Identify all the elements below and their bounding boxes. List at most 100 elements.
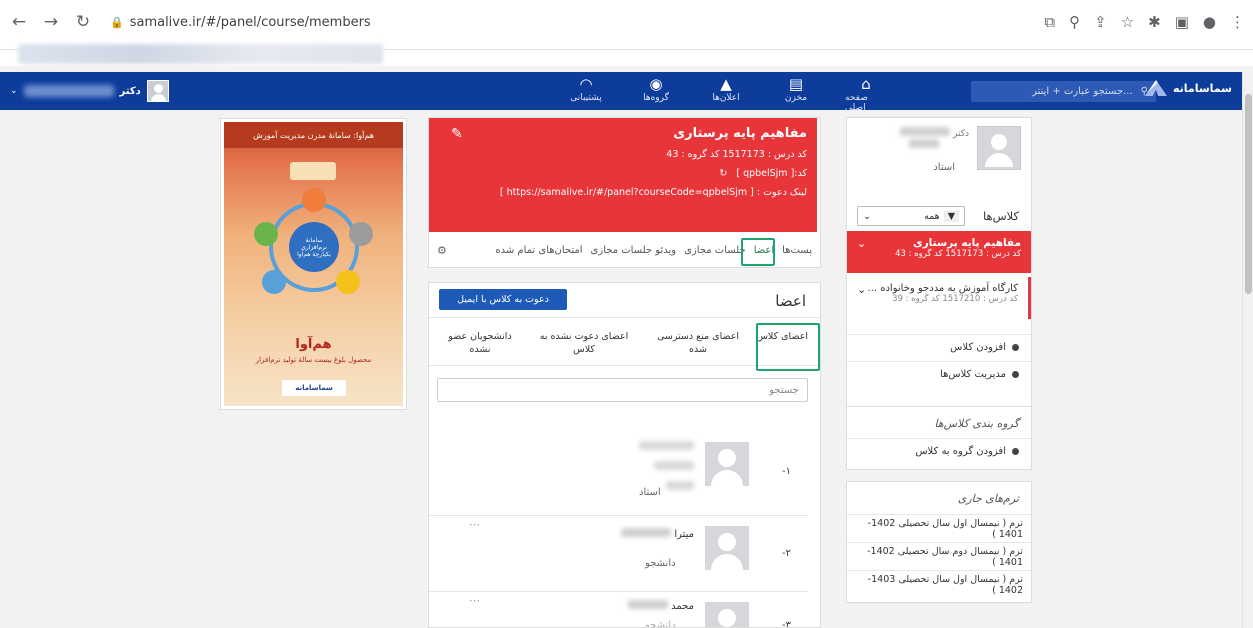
term-item[interactable]: ترم ( نیمسال اول سال تحصیلی 1403-1402 ) xyxy=(847,570,1031,598)
page-scrollbar[interactable] xyxy=(1242,72,1253,628)
tab-finished-exams[interactable]: امتحان‌های تمام شده xyxy=(495,245,582,256)
subtab-uninvited-members[interactable]: اعضای دعوت نشده به کلاس xyxy=(534,330,634,356)
poster-emblem xyxy=(290,162,336,180)
divider xyxy=(429,317,820,318)
more-options-icon[interactable]: ⋯ xyxy=(469,594,480,607)
member-avatar xyxy=(705,526,749,570)
poster-node xyxy=(262,270,286,294)
highlight-box xyxy=(741,238,775,266)
member-avatar xyxy=(705,442,749,486)
user-title: دکتر xyxy=(119,85,141,97)
classes-header: کلاس‌ها xyxy=(983,209,1019,223)
bookmarks-bar xyxy=(18,44,383,64)
forward-icon[interactable]: → xyxy=(40,11,62,33)
user-name-blurred xyxy=(23,85,114,97)
subtab-not-joined-students[interactable]: دانشجویان عضو نشده xyxy=(440,330,520,356)
home-icon: ⌂ xyxy=(861,75,871,93)
highlight-box xyxy=(756,323,820,371)
poster-subtitle: محصول بلوغ بیست سالهٔ تولید نرم‌افزار xyxy=(255,356,372,364)
tab-session-videos[interactable]: ویدئو جلسات مجازی xyxy=(591,245,677,256)
extensions-icon[interactable]: ✱ xyxy=(1148,13,1161,31)
gear-icon[interactable]: ⚙ xyxy=(437,244,447,257)
address-bar[interactable]: 🔒 samalive.ir/#/panel/course/members xyxy=(110,15,371,30)
course-codes: کد درس : 1517173 کد گروه : 43 xyxy=(666,149,807,160)
user-avatar xyxy=(146,80,169,102)
bell-icon: ▲ xyxy=(720,75,732,93)
book-icon: ▤ xyxy=(788,75,804,93)
classes-filter-select[interactable]: ⌄ ▼همه xyxy=(857,206,965,226)
class-meta: کد درس : 1517210 کد گروه : 39 xyxy=(892,294,1018,304)
profile-role: استاد xyxy=(933,162,955,173)
menu-icon[interactable]: ⋮ xyxy=(1230,13,1245,31)
profile-icon[interactable]: ● xyxy=(1203,13,1216,31)
nav-notifications[interactable]: ▲ اعلان‌ها xyxy=(705,75,747,113)
poster-center: سامانهٔ نرم‌افزاری یکپارچهٔ هم‌آوا xyxy=(289,222,339,272)
poster-image: هم‌آوا: سامانهٔ مدرن مدیریت آموزش سامانه… xyxy=(224,122,403,406)
members-search-input[interactable]: جستجو xyxy=(437,378,808,402)
profile-avatar xyxy=(977,126,1021,170)
tab-virtual-sessions[interactable]: جلسات مجازی xyxy=(684,245,746,256)
install-icon[interactable]: ⧉ xyxy=(1044,13,1055,31)
manage-classes-button[interactable]: مدیریت کلاس‌ها xyxy=(847,361,1031,387)
reload-icon[interactable]: ↻ xyxy=(72,11,94,33)
course-banner: مفاهیم پایه پرستاری کد درس : 1517173 کد … xyxy=(429,118,820,232)
member-avatar xyxy=(705,602,749,627)
classes-panel: دکتر استاد کلاس‌ها ⌄ ▼همه مفاهیم پایه پر… xyxy=(846,117,1032,407)
member-name: محمد xyxy=(604,600,694,612)
invite-email-button[interactable]: دعوت به کلاس با ایمیل xyxy=(439,289,567,310)
terms-title: ترم‌های جاری xyxy=(957,492,1019,505)
class-item[interactable]: کارگاه آموزش به مددجو وخانواده ... کد در… xyxy=(847,277,1031,319)
poster-node xyxy=(349,222,373,246)
globe-icon: ◉ xyxy=(649,75,663,93)
member-row[interactable]: -۲ میترا دانشجو ⋯ xyxy=(429,515,808,591)
app-topbar: ⌄ دکتر ◠ پشتیبانی ◉ گروه‌ها ▲ اعلان‌ها ▤ مخز… xyxy=(0,72,1242,113)
scrollbar-thumb[interactable] xyxy=(1245,94,1252,294)
rss-icon: ◠ xyxy=(579,75,593,93)
profile-name: دکتر xyxy=(869,127,969,151)
add-class-button[interactable]: افزودن کلاس xyxy=(847,334,1031,360)
class-item-active[interactable]: مفاهیم پایه پرستاری کد درس : 1517173 کد … xyxy=(847,231,1031,273)
sidepanel-icon[interactable]: ▣ xyxy=(1175,13,1189,31)
chevron-down-icon: ⌄ xyxy=(863,210,871,222)
term-item[interactable]: ترم ( نیمسال دوم سال تحصیلی 1402-1401 ) xyxy=(847,542,1031,570)
promo-poster[interactable]: هم‌آوا: سامانهٔ مدرن مدیریت آموزش سامانه… xyxy=(220,118,407,410)
poster-title: هم‌آوا xyxy=(295,337,332,352)
invite-link[interactable]: لینک دعوت : [ https://samalive.ir/#/pane… xyxy=(439,187,807,198)
filter-icon: ▼ xyxy=(943,210,959,222)
subtab-blocked-members[interactable]: اعضای منع دسترسی شده xyxy=(655,330,741,356)
nav-repository[interactable]: ▤ مخزن xyxy=(775,75,817,113)
course-code: کد:[ qpbelSjm ] ↻ xyxy=(719,168,807,179)
blurred-text xyxy=(909,139,939,148)
bullet-icon xyxy=(1012,371,1019,378)
member-role: دانشجو xyxy=(645,620,676,628)
member-row[interactable]: -۱ استاد xyxy=(429,422,808,510)
bullet-icon xyxy=(1012,448,1019,455)
zoom-icon[interactable]: ⚲ xyxy=(1069,13,1080,31)
nav-support[interactable]: ◠ پشتیبانی xyxy=(565,75,607,113)
blurred-text xyxy=(900,127,951,136)
search-placeholder: جستجو عبارت + اینتر... xyxy=(1032,86,1133,97)
terms-panel: ترم‌های جاری ترم ( نیمسال اول سال تحصیلی… xyxy=(846,481,1032,603)
lock-icon: 🔒 xyxy=(110,15,124,29)
edit-icon[interactable]: ✎ xyxy=(451,126,463,142)
nav-home[interactable]: ⌂ صفحه اصلی xyxy=(845,75,887,113)
share-icon[interactable]: ⇪ xyxy=(1094,13,1107,31)
member-row[interactable]: -۳ محمد دانشجو ⋯ xyxy=(429,591,808,628)
nav-groups[interactable]: ◉ گروه‌ها xyxy=(635,75,677,113)
tab-posts[interactable]: پست‌ها xyxy=(782,245,812,256)
refresh-icon[interactable]: ↻ xyxy=(719,168,727,179)
members-title: اعضا xyxy=(775,292,806,310)
back-icon[interactable]: ← xyxy=(8,11,30,33)
star-icon[interactable]: ☆ xyxy=(1121,13,1134,31)
more-options-icon[interactable]: ⋯ xyxy=(469,518,480,531)
add-group-button[interactable]: افزودن گروه به کلاس xyxy=(847,438,1031,464)
chevron-down-icon: ⌄ xyxy=(10,86,18,96)
course-title: مفاهیم پایه پرستاری xyxy=(673,126,807,141)
term-item[interactable]: ترم ( نیمسال اول سال تحصیلی 1402-1401 ) xyxy=(847,514,1031,542)
member-role: دانشجو xyxy=(645,558,676,569)
member-index: -۱ xyxy=(782,466,791,477)
poster-node xyxy=(302,188,326,212)
user-menu[interactable]: ⌄ دکتر xyxy=(10,80,169,102)
global-search-input[interactable]: جستجو عبارت + اینتر... ⚲ xyxy=(971,81,1156,102)
brand-logo[interactable]: سماسامانه xyxy=(1144,80,1232,96)
